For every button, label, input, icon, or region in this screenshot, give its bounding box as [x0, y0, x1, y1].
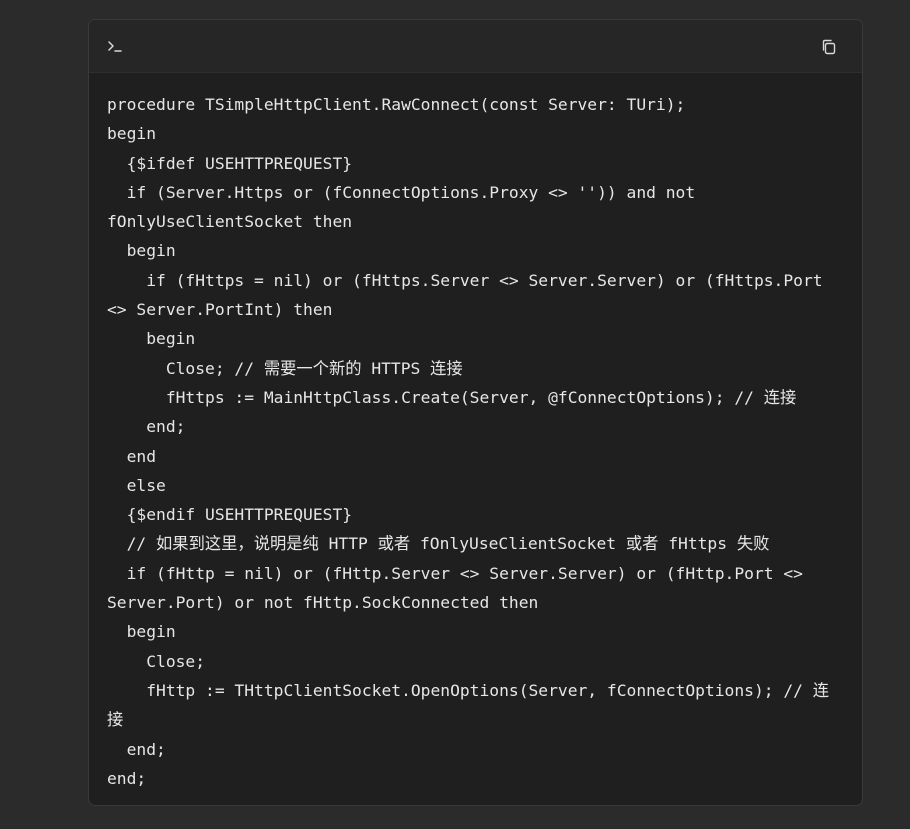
code-line: begin	[107, 329, 196, 349]
code-line: Server.Port) or not fHttp.SockConnected …	[107, 593, 539, 613]
code-line: fHttps := MainHttpClass.Create(Server, @…	[107, 387, 797, 407]
code-line: if (fHttps = nil) or (fHttps.Server <> S…	[107, 270, 823, 290]
code-line: end	[107, 446, 157, 466]
code-content: procedure TSimpleHttpClient.RawConnect(c…	[107, 90, 850, 793]
code-block-header	[89, 20, 862, 73]
copy-icon[interactable]	[820, 38, 838, 56]
code-line: procedure TSimpleHttpClient.RawConnect(c…	[107, 95, 686, 114]
code-line: end;	[107, 768, 147, 788]
terminal-prompt-icon	[108, 41, 122, 52]
code-line: 接	[107, 710, 124, 730]
code-line: {$endif USEHTTPREQUEST}	[107, 505, 353, 525]
code-block: procedure TSimpleHttpClient.RawConnect(c…	[88, 19, 863, 806]
code-line: // 如果到这里，说明是纯 HTTP 或者 fOnlyUseClientSock…	[107, 534, 770, 554]
code-line: fHttp := THttpClientSocket.OpenOptions(S…	[107, 680, 830, 700]
code-line: else	[107, 475, 166, 495]
code-line: end;	[107, 417, 186, 437]
code-line: if (fHttp = nil) or (fHttp.Server <> Ser…	[107, 563, 803, 583]
code-line: end;	[107, 739, 166, 759]
code-line: begin	[107, 124, 157, 144]
code-line: begin	[107, 622, 176, 642]
code-line: if (Server.Https or (fConnectOptions.Pro…	[107, 182, 696, 202]
code-line: <> Server.PortInt) then	[107, 300, 333, 320]
code-line: {$ifdef USEHTTPREQUEST}	[107, 153, 353, 173]
code-line: begin	[107, 241, 176, 261]
code-line: Close; // 需要一个新的 HTTPS 连接	[107, 358, 463, 378]
code-line: fOnlyUseClientSocket then	[107, 212, 353, 232]
code-line: Close;	[107, 651, 206, 671]
